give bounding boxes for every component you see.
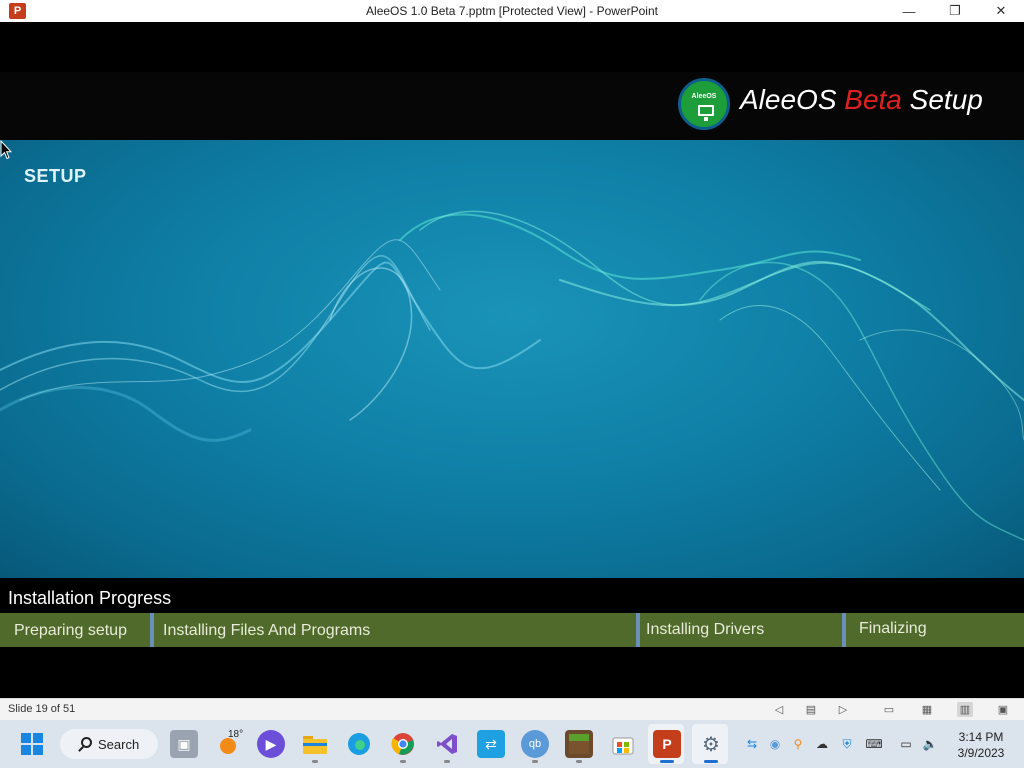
windows-logo-icon <box>21 733 43 755</box>
brand-name: AleeOS <box>740 84 845 115</box>
edge-logo-icon <box>348 733 370 755</box>
installation-progress-title: Installation Progress <box>8 588 172 608</box>
active-indicator <box>704 760 718 763</box>
slide-counter: Slide 19 of 51 <box>8 703 76 715</box>
stage-separator <box>636 613 640 647</box>
smoke-wave-graphic <box>0 210 1024 541</box>
next-slide-icon[interactable]: ▷ <box>835 702 851 717</box>
file-explorer-icon[interactable] <box>301 730 329 763</box>
stage-label: Installing Drivers <box>646 621 765 638</box>
taskbar-search[interactable]: Search <box>60 729 158 759</box>
store-bag-icon <box>612 737 634 755</box>
setup-section-label: SETUP <box>24 166 87 186</box>
tray-app-icon[interactable]: ⇆ <box>744 736 760 752</box>
restore-button[interactable]: ❐ <box>932 0 978 22</box>
visual-studio-icon[interactable] <box>433 730 461 763</box>
onedrive-icon[interactable]: ☁ <box>814 736 830 752</box>
visual-studio-logo-icon <box>437 734 457 754</box>
qbittorrent-icon[interactable]: qb <box>521 730 549 763</box>
running-indicator <box>312 760 318 763</box>
stage-separator <box>150 613 154 647</box>
running-indicator <box>576 760 582 763</box>
microsoft-store-icon[interactable] <box>609 730 637 758</box>
brand-setup: Setup <box>901 84 983 115</box>
meet-chat-icon[interactable]: ▶ <box>257 730 285 758</box>
mouse-cursor-icon <box>0 140 12 160</box>
aleeos-logo: AleeOS <box>678 78 730 130</box>
running-indicator <box>532 760 538 763</box>
stage-label: Installing Files And Programs <box>163 622 371 639</box>
logo-text: AleeOS <box>691 93 717 100</box>
hero-background: SETUP <box>0 140 1024 578</box>
slide-canvas: AleeOS AleeOS Beta Setup SETUP Installat… <box>0 22 1024 698</box>
volume-icon[interactable]: 🔈 <box>922 736 938 752</box>
status-bar: Slide 19 of 51 ◁ ▤ ▷ ▭ ▦ ▥ ▣ <box>0 698 1024 720</box>
running-indicator <box>400 760 406 763</box>
brand-beta: Beta <box>844 84 902 115</box>
folder-icon <box>303 736 327 754</box>
reading-view-icon[interactable]: ▥ <box>957 702 973 717</box>
monitor-stand-icon <box>704 117 708 121</box>
tray-qbittorrent-icon[interactable]: ◉ <box>767 736 783 752</box>
edge-browser-icon[interactable] <box>345 730 373 758</box>
chrome-logo-icon <box>391 733 414 755</box>
window-title: AleeOS 1.0 Beta 7.pptm [Protected View] … <box>366 4 658 18</box>
remote-desktop-icon[interactable]: ⇄ <box>477 730 505 758</box>
clock-time: 3:14 PM <box>958 730 1004 744</box>
search-label: Search <box>98 736 140 752</box>
network-icon[interactable]: ▭ <box>898 736 914 752</box>
settings-gear-icon[interactable]: ⚙ <box>697 730 725 763</box>
monitor-icon <box>698 105 714 116</box>
stage-label: Finalizing <box>859 620 927 637</box>
previous-slide-icon[interactable]: ◁ <box>771 702 787 717</box>
stage-separator <box>842 613 846 647</box>
tray-search-tool-icon[interactable]: ⚲ <box>790 736 806 752</box>
notes-icon[interactable]: ▤ <box>803 702 819 717</box>
active-indicator <box>660 760 674 763</box>
system-clock[interactable]: 3:14 PM 3/9/2023 <box>946 729 1016 761</box>
keyboard-icon[interactable]: ⌨ <box>865 736 882 752</box>
close-button[interactable]: ✕ <box>978 0 1024 22</box>
security-shield-icon[interactable]: ⛨ <box>839 736 855 752</box>
brand-title: AleeOS Beta Setup <box>740 84 983 116</box>
weather-temperature: 18° <box>228 729 244 740</box>
stage-installing-drivers: Installing Drivers <box>636 613 842 647</box>
stage-installing-files: Installing Files And Programs <box>150 613 636 647</box>
search-icon <box>81 737 92 748</box>
normal-view-icon[interactable]: ▭ <box>881 702 897 717</box>
grass-block-icon <box>569 734 589 754</box>
title-bar: P AleeOS 1.0 Beta 7.pptm [Protected View… <box>0 0 1024 22</box>
slideshow-icon[interactable]: ▣ <box>995 702 1011 717</box>
stage-finalizing: Finalizing <box>842 613 1024 647</box>
clock-date: 3/9/2023 <box>957 746 1005 760</box>
minecraft-icon[interactable] <box>565 730 593 763</box>
progress-stages-bar: Preparing setup Installing Files And Pro… <box>0 613 1024 647</box>
taskbar: Search ▣ 18° ▶ ⇄ qb P ⚙ ⇆ ◉ ⚲ ☁ ⛨ ⌨ ▭ � <box>0 720 1024 768</box>
task-view-icon[interactable]: ▣ <box>170 730 198 758</box>
chrome-browser-icon[interactable] <box>389 730 417 763</box>
slide-sorter-icon[interactable]: ▦ <box>919 702 935 717</box>
start-button[interactable] <box>18 730 46 758</box>
powerpoint-taskbar-icon[interactable]: P <box>653 730 681 763</box>
minimize-button[interactable]: — <box>886 0 932 22</box>
running-indicator <box>444 760 450 763</box>
stage-preparing-setup: Preparing setup <box>14 622 127 639</box>
